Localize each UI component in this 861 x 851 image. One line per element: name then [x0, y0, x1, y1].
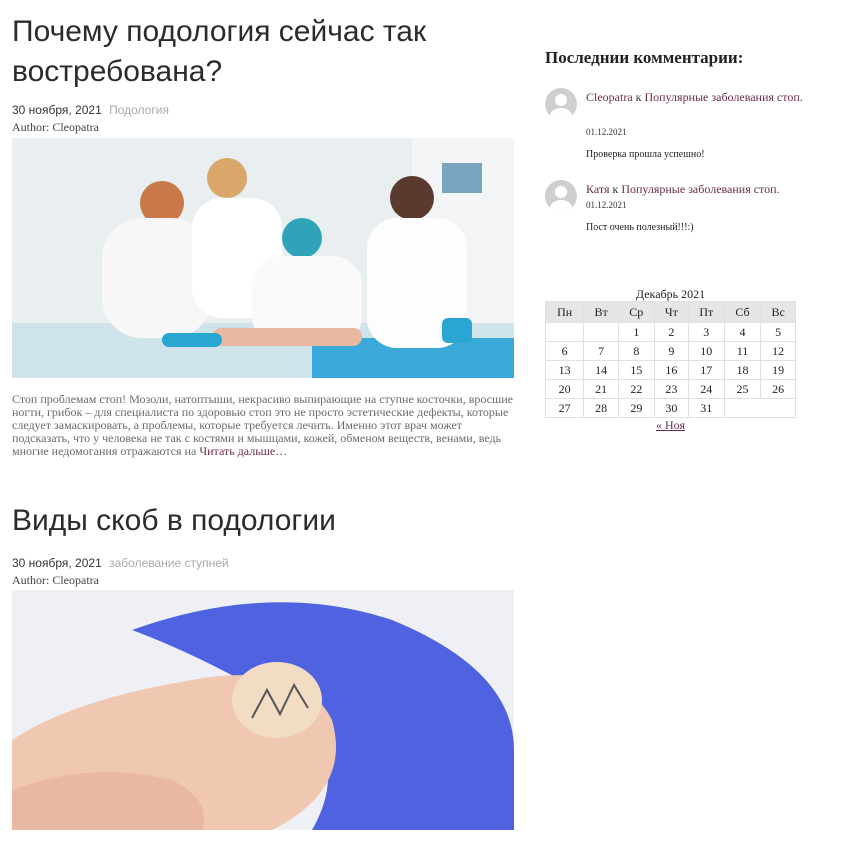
post-title[interactable]: Виды скоб в подологии	[12, 501, 492, 541]
calendar-day: 17	[687, 360, 725, 380]
calendar-day: 22	[617, 379, 655, 399]
comment-heading: Cleopatra к Популярные заболевания стоп.	[586, 88, 806, 107]
comment-post-link[interactable]: Популярные заболевания стоп.	[621, 182, 779, 196]
comment-connector: к	[612, 182, 619, 196]
calendar-nav: « Ноя	[545, 418, 796, 433]
calendar-day: 9	[653, 341, 689, 361]
comment-author-link[interactable]: Катя	[586, 182, 609, 196]
comment-date: 01.12.2021	[586, 127, 627, 137]
calendar-day: 14	[583, 360, 619, 380]
toenail-brace-photo-illustration	[12, 590, 514, 830]
calendar-day: 12	[760, 341, 796, 361]
calendar-day: 4	[723, 322, 762, 342]
calendar-prev-month-link[interactable]: « Ноя	[656, 418, 685, 432]
avatar	[545, 88, 577, 120]
calendar-day	[583, 322, 619, 342]
weekday-header: Чт	[653, 301, 689, 323]
calendar-day: 18	[723, 360, 762, 380]
weekday-header: Вт	[583, 301, 619, 323]
post-excerpt: Стоп проблемам стоп! Мозоли, натоптыши, …	[12, 393, 514, 458]
calendar-day: 10	[687, 341, 725, 361]
clinic-photo-illustration	[12, 138, 514, 378]
post-date[interactable]: 30 ноября, 2021	[12, 556, 102, 570]
post-author: Author: Cleopatra	[12, 573, 99, 587]
comment-author-link[interactable]: Cleopatra	[586, 90, 633, 104]
calendar-widget: Декабрь 2021 Пн Вт Ср Чт Пт Сб Вс 1 2 3 …	[544, 287, 797, 433]
comment-heading: Катя к Популярные заболевания стоп.	[586, 180, 806, 199]
comment-date: 01.12.2021	[586, 200, 627, 210]
post-title[interactable]: Почему подология сейчас так востребована…	[12, 12, 492, 92]
calendar-day: 3	[687, 322, 725, 342]
calendar-day: 24	[687, 379, 725, 399]
avatar	[545, 180, 577, 212]
calendar-day: 2	[653, 322, 689, 342]
calendar-day: 8	[617, 341, 655, 361]
read-more-link[interactable]: Читать дальше…	[199, 444, 287, 458]
calendar-day: 26	[760, 379, 796, 399]
calendar-day: 31	[687, 398, 725, 418]
calendar-day: 5	[760, 322, 796, 342]
calendar-day: 6	[544, 341, 585, 361]
recent-comments-title: Последнии комментарии:	[545, 48, 744, 67]
calendar-day: 13	[544, 360, 585, 380]
calendar-day: 7	[583, 341, 619, 361]
calendar-day: 11	[723, 341, 762, 361]
post-meta: 30 ноября, 2021 заболевание ступней	[12, 556, 229, 570]
comment-text: Проверка прошла успешно!	[586, 149, 705, 160]
calendar-day: 20	[544, 379, 585, 399]
weekday-header: Пн	[544, 301, 585, 323]
calendar-day: 23	[653, 379, 689, 399]
calendar-day: 27	[544, 398, 585, 418]
calendar-week-row: 27 28 29 30 31	[544, 398, 797, 418]
post-date[interactable]: 30 ноября, 2021	[12, 103, 102, 117]
post-category-link[interactable]: заболевание ступней	[109, 556, 229, 570]
calendar-table: Декабрь 2021 Пн Вт Ср Чт Пт Сб Вс 1 2 3 …	[544, 287, 797, 418]
calendar-day: 21	[583, 379, 619, 399]
post-image[interactable]	[12, 590, 514, 830]
calendar-day: 30	[653, 398, 689, 418]
calendar-day: 25	[723, 379, 762, 399]
post-image[interactable]	[12, 138, 514, 378]
calendar-day: 29	[617, 398, 655, 418]
post-category-link[interactable]: Подология	[109, 103, 169, 117]
calendar-week-row: 6 7 8 9 10 11 12	[544, 341, 796, 361]
comment-text: Пост очень полезный!!!:)	[586, 222, 694, 233]
calendar-week-row: 20 21 22 23 24 25 26	[544, 379, 796, 399]
calendar-day: 15	[617, 360, 655, 380]
calendar-day	[544, 322, 585, 342]
calendar-week-row: 1 2 3 4 5	[544, 322, 796, 342]
calendar-caption: Декабрь 2021	[635, 287, 706, 301]
weekday-header: Вс	[760, 301, 796, 323]
weekday-header: Ср	[617, 301, 655, 323]
calendar-day-empty	[723, 398, 797, 418]
calendar-weekday-row: Пн Вт Ср Чт Пт Сб Вс	[544, 301, 796, 323]
calendar-day: 19	[760, 360, 796, 380]
weekday-header: Сб	[723, 301, 762, 323]
calendar-week-row: 13 14 15 16 17 18 19	[544, 360, 796, 380]
calendar-day: 28	[583, 398, 619, 418]
comment-connector: к	[635, 90, 642, 104]
post-author: Author: Cleopatra	[12, 120, 99, 134]
calendar-day: 1	[617, 322, 655, 342]
weekday-header: Пт	[687, 301, 725, 323]
post-meta: 30 ноября, 2021 Подология	[12, 103, 169, 117]
comment-post-link[interactable]: Популярные заболевания стоп.	[645, 90, 803, 104]
calendar-day: 16	[653, 360, 689, 380]
